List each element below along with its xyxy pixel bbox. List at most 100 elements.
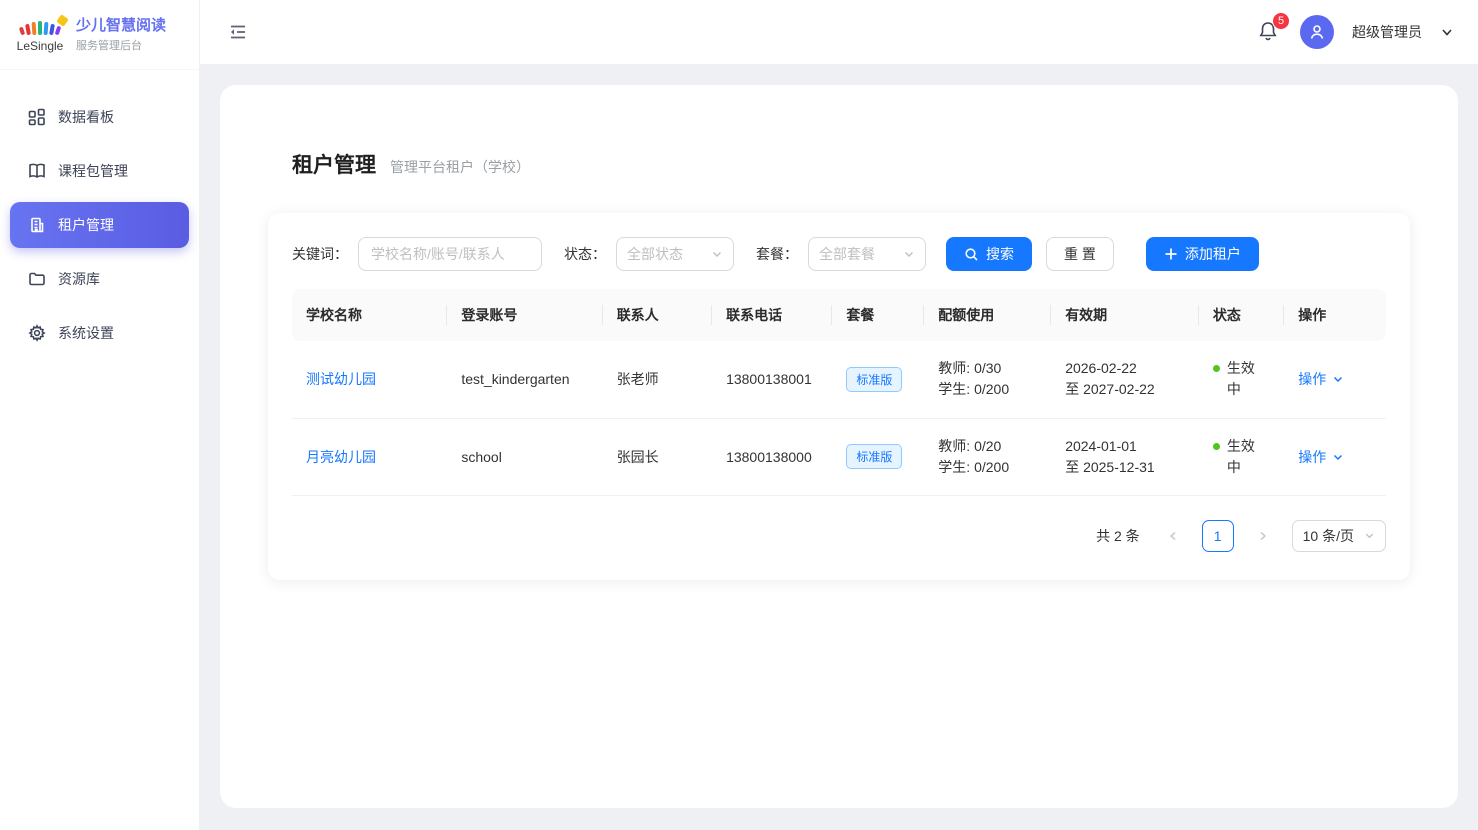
plan-badge: 标准版 — [846, 367, 902, 392]
plan-badge: 标准版 — [846, 444, 902, 469]
chevron-right-icon — [1257, 530, 1269, 542]
search-icon — [964, 247, 979, 262]
quota-teacher: 教师: 0/20 — [938, 436, 1037, 457]
chevron-down-icon — [1332, 451, 1344, 463]
sidebar-menu: 数据看板 课程包管理 — [0, 70, 199, 380]
notification-bell-button[interactable]: 5 — [1256, 19, 1282, 45]
main-area: 5 超级管理员 租户管理 — [200, 0, 1478, 830]
status-select-value: 全部状态 — [627, 244, 683, 264]
avatar[interactable] — [1300, 15, 1334, 49]
col-actions: 操作 — [1284, 289, 1386, 341]
logo-bars-icon — [14, 17, 66, 39]
row-actions-dropdown[interactable]: 操作 — [1298, 447, 1344, 467]
col-status: 状态 — [1199, 289, 1284, 341]
page-card: 租户管理 管理平台租户（学校） 关键词： 状态： 全部状态 套餐： — [220, 85, 1458, 808]
pagination-next-button[interactable] — [1248, 521, 1278, 551]
row-actions-dropdown[interactable]: 操作 — [1298, 369, 1344, 389]
chevron-down-icon — [1332, 373, 1344, 385]
sidebar-item-settings[interactable]: 系统设置 — [10, 310, 189, 356]
search-button-label: 搜索 — [986, 244, 1014, 264]
brand-text: 少儿智慧阅读 服务管理后台 — [76, 16, 166, 54]
sidebar-collapse-button[interactable] — [224, 18, 252, 46]
chevron-left-icon — [1167, 530, 1179, 542]
row-actions-label: 操作 — [1298, 369, 1326, 389]
plan-select-value: 全部套餐 — [819, 244, 875, 264]
sidebar-item-label: 租户管理 — [58, 215, 114, 235]
user-menu-chevron-down-icon[interactable] — [1440, 25, 1454, 39]
app-window: LeSingle 少儿智慧阅读 服务管理后台 数据看板 — [0, 0, 1478, 830]
login-account-cell: school — [447, 418, 602, 495]
add-tenant-button-label: 添加租户 — [1185, 244, 1241, 264]
col-contact: 联系人 — [603, 289, 712, 341]
gear-icon — [28, 324, 46, 342]
quota-teacher: 教师: 0/30 — [938, 358, 1037, 379]
col-school-name: 学校名称 — [292, 289, 447, 341]
status-select[interactable]: 全部状态 — [616, 237, 734, 271]
valid-to: 至 2027-02-22 — [1065, 379, 1185, 400]
contact-cell: 张老师 — [603, 341, 712, 418]
brand-logo-wordmark: LeSingle — [14, 39, 66, 53]
table-row: 测试幼儿园 test_kindergarten 张老师 13800138001 … — [292, 341, 1386, 418]
validity-cell: 2026-02-22 至 2027-02-22 — [1051, 341, 1199, 418]
contact-cell: 张园长 — [603, 418, 712, 495]
current-user-name[interactable]: 超级管理员 — [1352, 22, 1422, 42]
notification-count-badge: 5 — [1272, 12, 1290, 30]
school-name-link[interactable]: 测试幼儿园 — [306, 371, 376, 387]
status-cell: 生效中 — [1199, 341, 1284, 418]
pagination: 共 2 条 1 10 条/页 — [292, 520, 1386, 556]
reset-button[interactable]: 重 置 — [1046, 237, 1114, 271]
status-badge: 生效中 — [1227, 358, 1265, 400]
plus-icon — [1164, 247, 1178, 261]
plan-select[interactable]: 全部套餐 — [808, 237, 926, 271]
school-name-link[interactable]: 月亮幼儿园 — [306, 449, 376, 465]
brand-header: LeSingle 少儿智慧阅读 服务管理后台 — [0, 0, 199, 70]
status-dot-icon — [1213, 365, 1220, 372]
brand-subtitle: 服务管理后台 — [76, 37, 166, 53]
add-tenant-button[interactable]: 添加租户 — [1146, 237, 1259, 271]
sidebar-item-label: 资源库 — [58, 269, 100, 289]
status-cell: 生效中 — [1199, 418, 1284, 495]
validity-cell: 2024-01-01 至 2025-12-31 — [1051, 418, 1199, 495]
quota-student: 学生: 0/200 — [938, 379, 1037, 400]
sidebar-item-label: 数据看板 — [58, 107, 114, 127]
table-header: 学校名称 登录账号 联系人 联系电话 套餐 配额使用 有效期 状态 操作 — [292, 289, 1386, 341]
col-quota: 配额使用 — [924, 289, 1051, 341]
brand-title: 少儿智慧阅读 — [76, 16, 166, 36]
page-title: 租户管理 — [292, 149, 376, 179]
sidebar-item-resources[interactable]: 资源库 — [10, 256, 189, 302]
page-size-value: 10 条/页 — [1303, 526, 1354, 546]
quota-student: 学生: 0/200 — [938, 457, 1037, 478]
pagination-page-1[interactable]: 1 — [1202, 520, 1234, 552]
table-row: 月亮幼儿园 school 张园长 13800138000 标准版 教师: 0/2… — [292, 418, 1386, 495]
page-subtitle: 管理平台租户（学校） — [390, 157, 530, 177]
valid-to: 至 2025-12-31 — [1065, 457, 1185, 478]
sidebar-item-course-packages[interactable]: 课程包管理 — [10, 148, 189, 194]
dashboard-icon — [28, 108, 46, 126]
sidebar-item-dashboard[interactable]: 数据看板 — [10, 94, 189, 140]
phone-cell: 13800138000 — [712, 418, 832, 495]
keyword-input[interactable] — [358, 237, 542, 271]
pagination-total: 共 2 条 — [1096, 526, 1140, 546]
col-validity: 有效期 — [1051, 289, 1199, 341]
login-account-cell: test_kindergarten — [447, 341, 602, 418]
search-button[interactable]: 搜索 — [946, 237, 1032, 271]
quota-cell: 教师: 0/20 学生: 0/200 — [924, 418, 1051, 495]
status-dot-icon — [1213, 443, 1220, 450]
pagination-prev-button[interactable] — [1158, 521, 1188, 551]
valid-from: 2024-01-01 — [1065, 436, 1185, 457]
plan-filter-label: 套餐： — [756, 244, 798, 264]
keyword-label: 关键词： — [292, 244, 348, 264]
row-actions-label: 操作 — [1298, 447, 1326, 467]
valid-from: 2026-02-22 — [1065, 358, 1185, 379]
sidebar-item-label: 课程包管理 — [58, 161, 128, 181]
content-area: 租户管理 管理平台租户（学校） 关键词： 状态： 全部状态 套餐： — [200, 65, 1478, 830]
page-size-select[interactable]: 10 条/页 — [1292, 520, 1386, 552]
book-icon — [28, 162, 46, 180]
col-phone: 联系电话 — [712, 289, 832, 341]
filter-bar: 关键词： 状态： 全部状态 套餐： 全部套餐 — [292, 237, 1386, 271]
tenant-panel: 关键词： 状态： 全部状态 套餐： 全部套餐 — [268, 213, 1410, 580]
folder-icon — [28, 270, 46, 288]
sidebar-item-tenants[interactable]: 租户管理 — [10, 202, 189, 248]
page-header: 租户管理 管理平台租户（学校） — [292, 149, 1410, 179]
topbar: 5 超级管理员 — [200, 0, 1478, 65]
